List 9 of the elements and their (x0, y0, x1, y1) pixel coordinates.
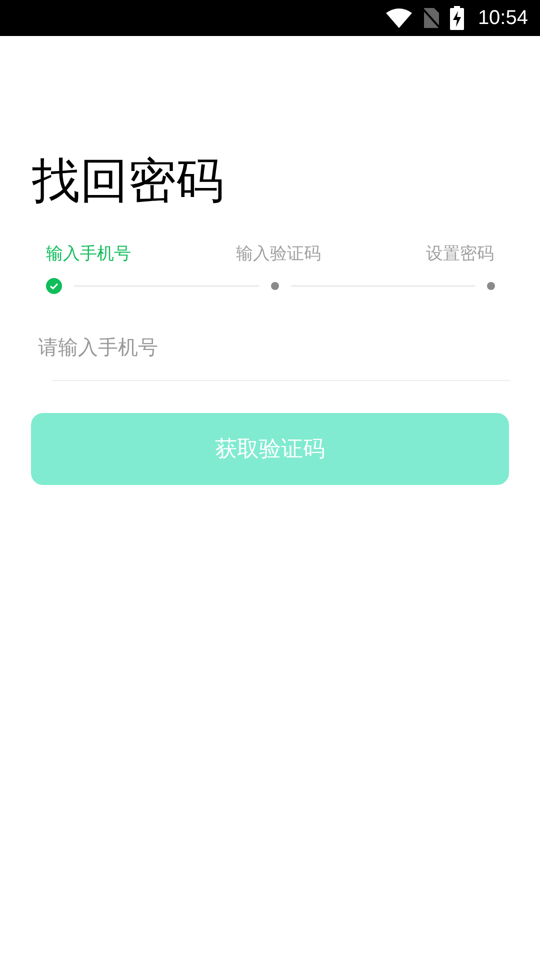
step-label: 输入手机号 (46, 243, 131, 266)
battery-charging-icon (450, 6, 464, 30)
step-label: 设置密码 (426, 243, 494, 266)
clock-time: 10:54 (478, 6, 528, 30)
phone-input-field[interactable]: 请输入手机号 (38, 320, 510, 374)
wifi-icon (386, 8, 412, 28)
page-title: 找回密码 (32, 152, 225, 210)
no-sim-icon (422, 7, 440, 29)
step-label: 输入验证码 (236, 243, 321, 266)
